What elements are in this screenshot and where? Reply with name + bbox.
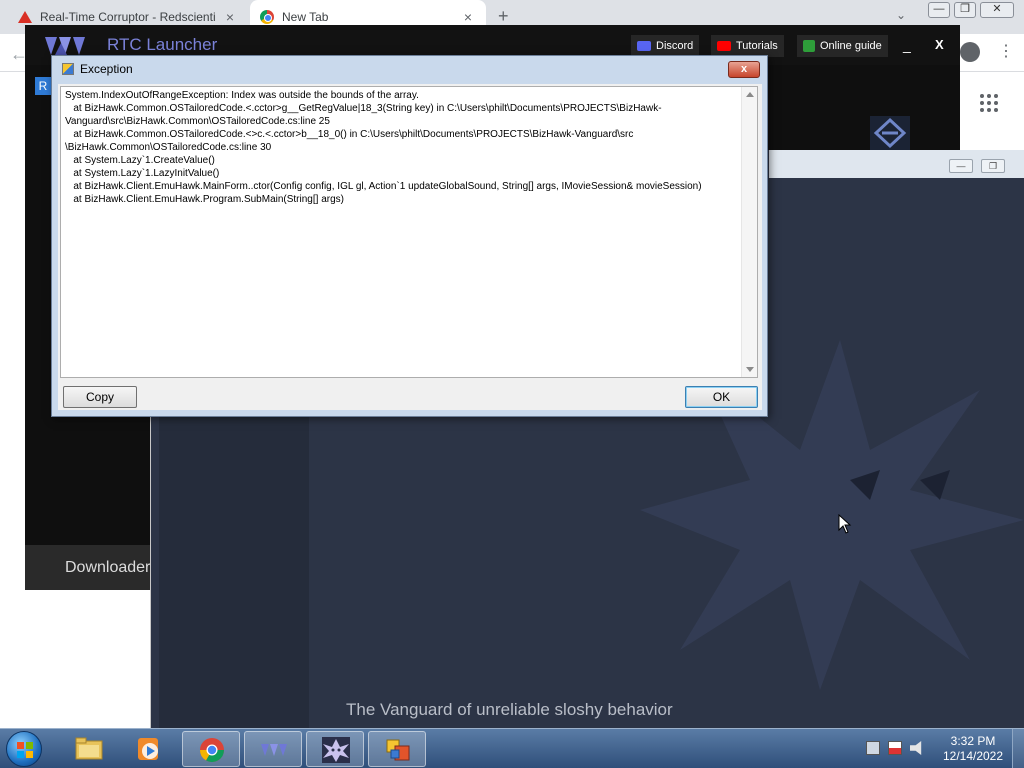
online-guide-button[interactable]: Online guide	[797, 35, 888, 57]
minimize-button[interactable]: _	[903, 37, 911, 53]
maximize-button[interactable]: ❐	[981, 159, 1005, 173]
media-player-icon	[138, 738, 158, 760]
new-tab-button[interactable]: +	[498, 6, 509, 27]
mouse-cursor-icon	[838, 514, 852, 534]
volume-icon[interactable]	[910, 741, 922, 755]
stack-trace-line: at BizHawk.Common.OSTailoredCode.<>c.<.c…	[65, 129, 634, 140]
rtc-badge: R	[35, 77, 51, 95]
vanguard-tagline: The Vanguard of unreliable sloshy behavi…	[346, 700, 673, 719]
action-center-flag-icon[interactable]	[888, 741, 902, 755]
discord-icon	[637, 41, 651, 51]
youtube-icon	[717, 41, 731, 51]
copy-button[interactable]: Copy	[63, 386, 137, 408]
taskbar-chrome[interactable]	[182, 731, 240, 767]
rtc-logo-icon	[45, 37, 85, 55]
tab-title: New Tab	[282, 10, 329, 24]
vanguard-titlebar: — ❐	[769, 150, 1024, 178]
windows-logo-icon	[17, 742, 33, 758]
online-guide-label: Online guide	[820, 40, 882, 52]
scroll-up-icon[interactable]	[746, 92, 754, 97]
vanguard-logo-icon	[870, 116, 910, 150]
minimize-button[interactable]: —	[928, 2, 950, 18]
close-button[interactable]: X	[935, 37, 944, 52]
folder-icon	[75, 737, 103, 760]
application-icon	[62, 63, 74, 75]
clock-time: 3:32 PM	[950, 734, 996, 748]
stack-trace-line: at System.Lazy`1.CreateValue()	[65, 155, 215, 166]
rtc-icon	[261, 744, 287, 756]
guide-icon	[803, 40, 815, 52]
taskbar-rtc-launcher[interactable]	[244, 731, 302, 767]
chevron-down-icon[interactable]: ⌄	[896, 8, 906, 22]
system-clock[interactable]: 3:32 PM 12/14/2022	[938, 734, 1008, 764]
discord-button[interactable]: Discord	[631, 35, 700, 57]
exception-textbox[interactable]: System.IndexOutOfRangeException: Index w…	[60, 86, 758, 378]
close-icon[interactable]: ×	[460, 9, 476, 25]
tutorials-button[interactable]: Tutorials	[711, 35, 784, 57]
minimize-button[interactable]: —	[949, 159, 973, 173]
close-button[interactable]: ✕	[980, 2, 1014, 18]
ok-button[interactable]: OK	[685, 386, 758, 408]
dialog-icon	[386, 739, 410, 761]
taskbar-explorer[interactable]	[60, 731, 118, 767]
chrome-icon	[200, 738, 224, 763]
dialog-body: System.IndexOutOfRangeException: Index w…	[58, 84, 762, 410]
taskbar-exception-dialog[interactable]	[368, 731, 426, 767]
tutorials-label: Tutorials	[736, 40, 778, 52]
stack-trace-line: at BizHawk.Client.EmuHawk.MainForm..ctor…	[65, 181, 702, 192]
vertical-scrollbar[interactable]	[741, 87, 757, 377]
rtc-title: RTC Launcher	[107, 35, 218, 54]
close-button[interactable]: x	[728, 61, 760, 78]
vanguard-icon	[322, 737, 350, 763]
maximize-button[interactable]: ❐	[954, 2, 976, 18]
dialog-titlebar[interactable]: Exception x	[52, 56, 767, 82]
profile-icon[interactable]	[960, 42, 980, 62]
stack-trace-line: at System.Lazy`1.LazyInitValue()	[65, 168, 220, 179]
taskbar-vanguard[interactable]	[306, 731, 364, 767]
show-desktop-button[interactable]	[1012, 729, 1024, 768]
downloader-link[interactable]: Downloader	[65, 559, 150, 577]
warning-icon	[18, 11, 32, 23]
discord-label: Discord	[656, 40, 694, 52]
dialog-title: Exception	[80, 62, 133, 76]
taskbar-media-player[interactable]	[120, 731, 178, 767]
stack-trace-line: System.IndexOutOfRangeException: Index w…	[65, 90, 419, 101]
close-icon[interactable]: ×	[222, 9, 238, 25]
clock-date: 12/14/2022	[942, 749, 1004, 763]
taskbar: 3:32 PM 12/14/2022	[0, 728, 1024, 768]
stack-trace-line: at BizHawk.Common.OSTailoredCode.<.cctor…	[65, 103, 662, 114]
stack-trace-line: at BizHawk.Client.EmuHawk.Program.SubMai…	[65, 194, 344, 205]
start-button[interactable]	[6, 731, 42, 767]
menu-dots-icon[interactable]: ⋮	[998, 42, 1014, 62]
apps-grid-icon[interactable]	[980, 94, 998, 112]
stack-trace-line: \BizHawk.Common\OSTailoredCode.cs:line 3…	[65, 142, 272, 153]
chrome-icon	[260, 10, 274, 24]
tab-title: Real-Time Corruptor - Redscienti	[40, 10, 216, 24]
system-tray	[866, 741, 924, 755]
scroll-down-icon[interactable]	[746, 367, 754, 372]
network-icon[interactable]	[866, 741, 880, 755]
stack-trace-line: Vanguard\src\BizHawk.Common\OSTailoredCo…	[65, 116, 330, 127]
exception-dialog: Exception x System.IndexOutOfRangeExcept…	[51, 55, 768, 417]
